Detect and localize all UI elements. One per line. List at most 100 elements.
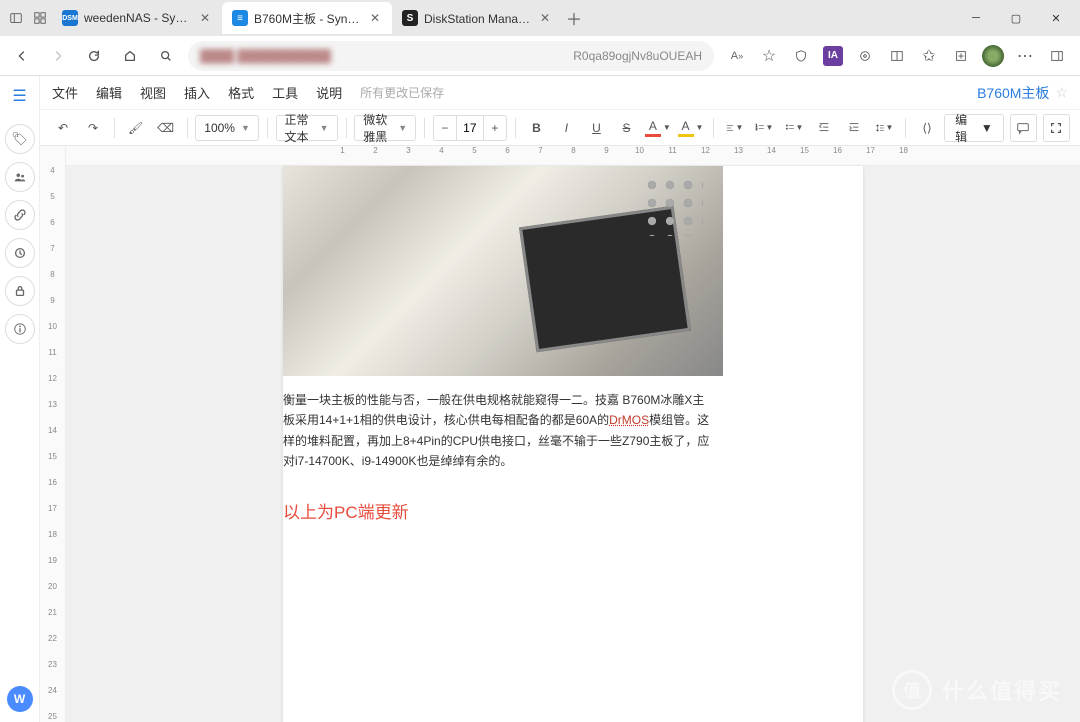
watermark-text: 什么值得买 [942,674,1062,706]
favicon-icon: DSM [62,10,78,26]
tag-icon[interactable]: 🏷 [5,124,35,154]
menu-help[interactable]: 说明 [316,83,342,102]
menu-tools[interactable]: 工具 [272,83,298,102]
menu-insert[interactable]: 插入 [184,83,210,102]
close-window-button[interactable]: ✕ [1036,2,1076,34]
document-image [283,166,723,376]
horizontal-ruler: 123456789101112131415161718 [66,146,1080,166]
line-spacing-button[interactable]: ▼ [871,115,897,141]
workspace-icon[interactable] [28,6,52,30]
watermark-icon: 值 [892,670,932,710]
ia-badge-icon[interactable]: IA [818,41,848,71]
back-button[interactable] [8,42,36,70]
font-size-stepper[interactable]: − + [433,115,507,141]
history-icon[interactable] [5,238,35,268]
star-icon[interactable]: ☆ [1055,84,1068,101]
drmos-link[interactable]: DrMOS [609,413,649,427]
vertical-ruler: 4567891011121314151617181920212223242526… [40,146,66,722]
redo-button[interactable]: ↷ [80,115,106,141]
extensions-icon[interactable] [850,41,880,71]
url-bar[interactable]: ████ ███████████ R0qa89ogjNv8uOUEAH [188,41,714,71]
collections-icon[interactable] [946,41,976,71]
left-rail: ☰ 🏷 W [0,76,40,722]
new-tab-button[interactable]: ＋ [562,6,586,30]
tab-title: DiskStation Manager 7.2 | 群晖 [424,10,532,27]
highlight-button[interactable]: A▼ [676,115,705,141]
profile-avatar[interactable] [978,41,1008,71]
lock-icon[interactable] [5,276,35,306]
menu-edit[interactable]: 编辑 [96,83,122,102]
undo-button[interactable]: ↶ [50,115,76,141]
paint-format-button[interactable]: 🖌 [123,115,149,141]
search-button[interactable] [152,42,180,70]
save-status: 所有更改已保存 [360,84,444,101]
favorites-bar-icon[interactable]: ✩ [914,41,944,71]
browser-tab-strip: DSM weedenNAS - Synology NAS ✕ ≡ B760M主板… [0,0,1080,36]
menu-view[interactable]: 视图 [140,83,166,102]
clear-format-button[interactable]: ⌫ [153,115,179,141]
hamburger-icon[interactable]: ☰ [6,82,34,110]
bold-button[interactable]: B [523,115,549,141]
style-select[interactable]: 正常文本▼ [276,115,338,141]
people-icon[interactable] [5,162,35,192]
minimize-button[interactable]: ─ [956,2,996,34]
doc-title[interactable]: B760M主板 ☆ [977,83,1068,103]
text-color-button[interactable]: A▼ [643,115,672,141]
url-blurred: ████ ███████████ [200,49,331,63]
url-visible: R0qa89ogjNv8uOUEAH [573,49,702,63]
tab-title: B760M主板 - Synology Office 文 [254,10,362,27]
document-heading-red: 以上为PC端更新 [283,472,723,523]
link-icon[interactable] [5,200,35,230]
zoom-select[interactable]: 100%▼ [195,115,259,141]
fullscreen-button[interactable] [1043,114,1070,142]
home-button[interactable] [116,42,144,70]
maximize-button[interactable]: ▢ [996,2,1036,34]
shield-icon[interactable] [786,41,816,71]
favicon-icon: S [402,10,418,26]
favorite-icon[interactable]: ☆ [754,41,784,71]
browser-tab-2[interactable]: S DiskStation Manager 7.2 | 群晖 ✕ [392,2,562,34]
italic-button[interactable]: I [553,115,579,141]
browser-tab-1[interactable]: ≡ B760M主板 - Synology Office 文 ✕ [222,2,392,34]
align-button[interactable]: ▼ [721,115,747,141]
outdent-button[interactable] [811,115,837,141]
browser-nav-bar: ████ ███████████ R0qa89ogjNv8uOUEAH A» ☆… [0,36,1080,76]
more-tools-button[interactable]: ⟨⟩ [914,115,940,141]
user-avatar[interactable]: W [7,686,33,712]
comments-button[interactable] [1010,114,1037,142]
menu-bar: 文件 编辑 视图 插入 格式 工具 说明 所有更改已保存 B760M主板 ☆ [40,76,1080,110]
underline-button[interactable]: U [583,115,609,141]
favicon-icon: ≡ [232,10,248,26]
menu-format[interactable]: 格式 [228,83,254,102]
increase-font-button[interactable]: + [484,121,506,135]
font-size-input[interactable] [456,116,484,140]
reader-icon[interactable]: A» [722,41,752,71]
menu-file[interactable]: 文件 [52,83,78,102]
refresh-button[interactable] [80,42,108,70]
more-icon[interactable]: ⋯ [1010,41,1040,71]
info-icon[interactable] [5,314,35,344]
indent-button[interactable] [841,115,867,141]
edit-mode-select[interactable]: 编辑▼ [944,114,1004,142]
page: 衡量一块主板的性能与否，一般在供电规格就能窥得一二。技嘉 B760M冰雕X主板采… [283,166,863,722]
close-icon[interactable]: ✕ [538,11,552,25]
strike-button[interactable]: S [613,115,639,141]
close-icon[interactable]: ✕ [368,11,382,25]
decrease-font-button[interactable]: − [434,121,456,135]
bullet-list-button[interactable]: ▼ [781,115,807,141]
toolbar: ↶ ↷ 🖌 ⌫ 100%▼ 正常文本▼ 微软雅黑▼ − + B [40,110,1080,146]
panel-icon[interactable] [4,6,28,30]
window-controls: ─ ▢ ✕ [956,2,1076,34]
numbered-list-button[interactable]: 12▼ [751,115,777,141]
forward-button[interactable] [44,42,72,70]
document-paragraph: 衡量一块主板的性能与否，一般在供电规格就能窥得一二。技嘉 B760M冰雕X主板采… [283,376,723,472]
watermark: 值 什么值得买 [892,670,1062,710]
close-icon[interactable]: ✕ [198,11,212,25]
sidebar-icon[interactable] [882,41,912,71]
font-select[interactable]: 微软雅黑▼ [354,115,416,141]
svg-text:2: 2 [756,126,758,130]
document-area[interactable]: 123456789101112131415161718 衡量一块主板的性能与否，… [66,146,1080,722]
browser-tab-0[interactable]: DSM weedenNAS - Synology NAS ✕ [52,2,222,34]
split-icon[interactable] [1042,41,1072,71]
tab-title: weedenNAS - Synology NAS [84,11,192,25]
